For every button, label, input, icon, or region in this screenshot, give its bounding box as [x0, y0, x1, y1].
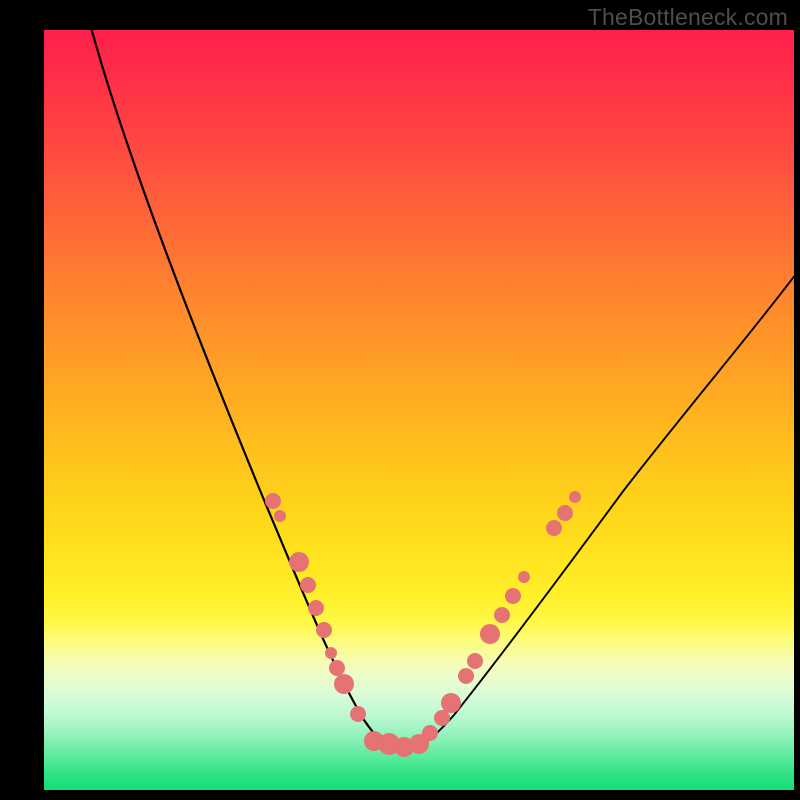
data-bead: [494, 607, 510, 623]
data-bead: [350, 706, 366, 722]
data-bead: [265, 493, 281, 509]
data-bead: [394, 737, 414, 757]
plot-area: [44, 30, 794, 790]
data-bead: [467, 653, 483, 669]
data-bead: [409, 734, 429, 754]
data-bead: [300, 577, 316, 593]
watermark-text: TheBottleneck.com: [588, 4, 788, 31]
data-bead: [308, 600, 324, 616]
data-bead: [316, 622, 332, 638]
data-bead: [546, 520, 562, 536]
curve-layer: [44, 30, 794, 790]
data-bead: [557, 505, 573, 521]
data-bead: [505, 588, 521, 604]
data-bead: [364, 731, 384, 751]
data-bead: [334, 674, 354, 694]
data-bead: [329, 660, 345, 676]
data-bead: [378, 733, 400, 755]
data-bead: [441, 693, 461, 713]
chart-frame: TheBottleneck.com: [0, 0, 800, 800]
data-bead: [422, 725, 438, 741]
bead-layer: [44, 30, 794, 790]
data-bead: [325, 647, 337, 659]
data-bead: [518, 571, 530, 583]
data-bead: [569, 491, 581, 503]
data-bead: [289, 552, 309, 572]
data-bead: [434, 710, 450, 726]
left-curve: [89, 30, 402, 753]
data-bead: [480, 624, 500, 644]
data-bead: [274, 510, 286, 522]
right-curve: [402, 270, 794, 753]
data-bead: [458, 668, 474, 684]
